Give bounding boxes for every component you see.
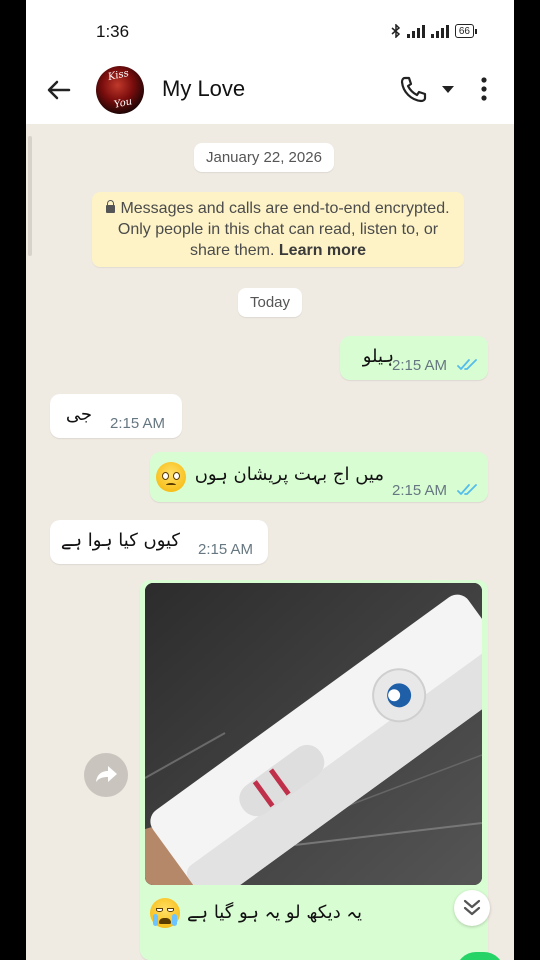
- forward-icon: [96, 766, 117, 782]
- lock-icon: [106, 200, 116, 213]
- phone-screen: 1:36 66 Kiss You My Love January 22, 202…: [26, 0, 514, 960]
- scroll-to-bottom-button[interactable]: [454, 890, 490, 926]
- learn-more-link[interactable]: Learn more: [279, 242, 366, 259]
- message-image[interactable]: [145, 583, 482, 885]
- avatar-text-top: Kiss: [107, 67, 130, 84]
- image-message-bubble[interactable]: یہ دیکھ لو یہ ہو گیا ہے: [140, 580, 488, 960]
- double-check-icon: [457, 484, 477, 495]
- status-time: 1:36: [96, 22, 130, 41]
- message-text: ہیلو: [362, 346, 394, 367]
- contact-name[interactable]: My Love: [162, 76, 245, 102]
- forward-button[interactable]: [84, 753, 128, 797]
- today-chip: Today: [238, 288, 303, 317]
- chat-header: Kiss You My Love: [26, 62, 514, 124]
- chat-area[interactable]: January 22, 2026 Messages and calls are …: [26, 124, 514, 960]
- signal-icon: [406, 24, 425, 38]
- scroll-indicator: [28, 136, 32, 256]
- battery-icon: 66: [454, 24, 478, 38]
- encryption-notice[interactable]: Messages and calls are end-to-end encryp…: [92, 192, 464, 267]
- status-icons: 66: [391, 24, 478, 38]
- message-time: 2:15 AM: [392, 357, 448, 374]
- message-text: کیوں کیا ہوا ہے: [60, 530, 180, 551]
- bluetooth-icon: [391, 24, 400, 38]
- message-time: 2:15 AM: [392, 482, 448, 499]
- image-caption: یہ دیکھ لو یہ ہو گیا ہے: [187, 902, 362, 923]
- crying-face-icon: [150, 898, 180, 928]
- date-chip: January 22, 2026: [194, 143, 334, 172]
- battery-level: 66: [458, 25, 470, 37]
- message-text: میں اج بہت پریشان ہوں: [194, 464, 384, 485]
- avatar[interactable]: Kiss You: [96, 66, 144, 114]
- message-time: 2:15 AM: [198, 541, 254, 558]
- avatar-text-bottom: You: [113, 96, 134, 111]
- message-bubble-outgoing[interactable]: میں اج بہت پریشان ہوں 2:15 AM: [150, 452, 488, 502]
- back-arrow-icon[interactable]: [44, 75, 74, 105]
- status-bar: 1:36 66: [26, 0, 514, 62]
- more-options-icon[interactable]: [474, 74, 494, 104]
- message-text: جی: [65, 404, 92, 425]
- phone-call-icon[interactable]: [398, 74, 430, 104]
- message-bubble-outgoing[interactable]: ہیلو 2:15 AM: [340, 336, 488, 380]
- pleading-face-icon: [156, 462, 186, 492]
- message-bubble-incoming[interactable]: کیوں کیا ہوا ہے 2:15 AM: [50, 520, 268, 564]
- chevron-down-icon[interactable]: [440, 82, 456, 96]
- double-chevron-down-icon: [463, 899, 481, 916]
- signal-icon-2: [430, 24, 449, 38]
- message-time: 2:15 AM: [110, 415, 166, 432]
- message-bubble-incoming[interactable]: جی 2:15 AM: [50, 394, 182, 438]
- pregnancy-test-photo: [145, 583, 482, 885]
- double-check-icon: [457, 359, 477, 370]
